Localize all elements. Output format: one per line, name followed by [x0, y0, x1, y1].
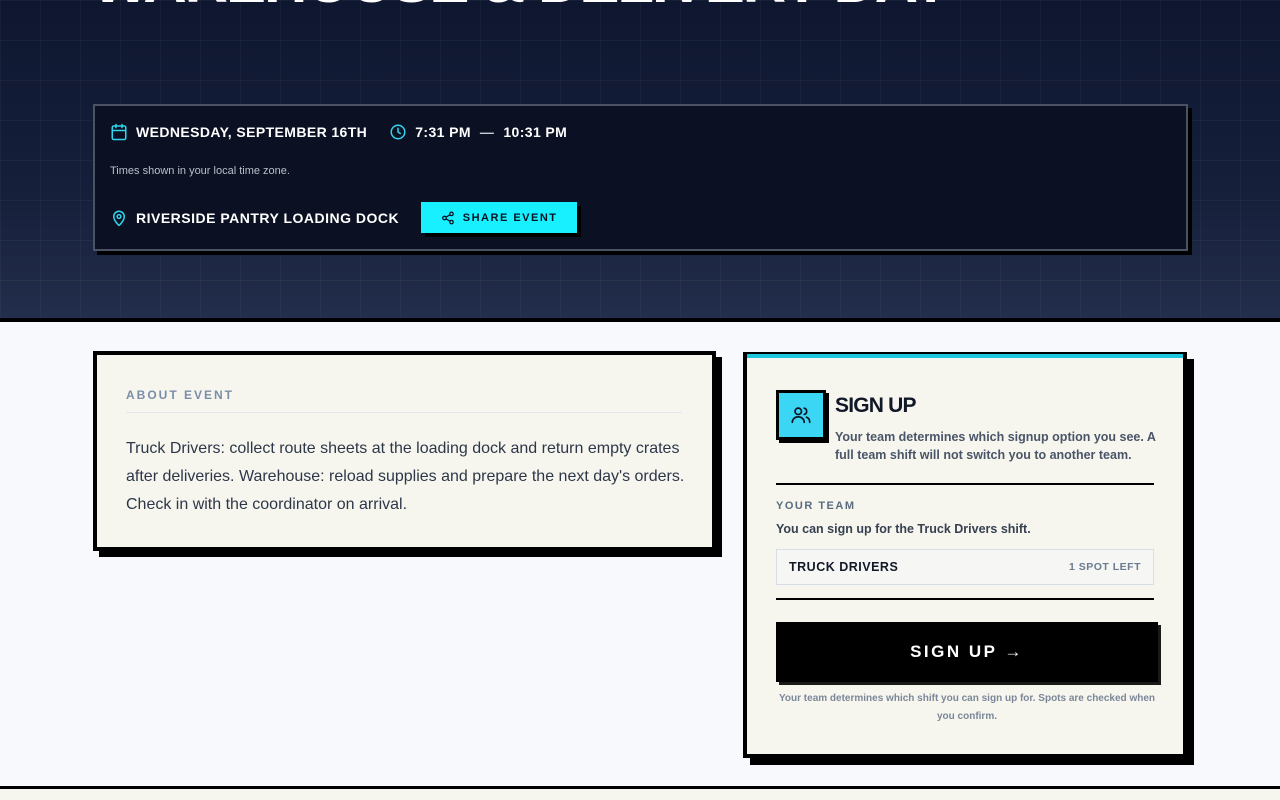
shift-name: TRUCK DRIVERS — [789, 560, 899, 574]
map-pin-icon — [113, 210, 125, 226]
share-event-label: SHARE EVENT — [462, 211, 558, 224]
shift-spots-left: 1 SPOT LEFT — [1068, 561, 1141, 573]
signup-icon-box — [776, 390, 826, 440]
share-event-button[interactable]: SHARE EVENT — [421, 202, 578, 233]
event-title: Warehouse & Delivery Day — [92, 0, 992, 22]
about-event-heading: ABOUT EVENT — [126, 388, 682, 413]
users-icon — [791, 407, 811, 424]
timezone-note: Times shown in your local time zone. — [110, 165, 290, 177]
event-location-text: RIVERSIDE PANTRY LOADING DOCK — [136, 209, 400, 226]
sign-up-button[interactable]: SIGN UP → — [776, 622, 1158, 682]
shift-option-row: TRUCK DRIVERS 1 SPOT LEFT — [776, 549, 1154, 585]
about-event-card: ABOUT EVENT Truck Drivers: collect route… — [93, 351, 716, 551]
event-location-row: RIVERSIDE PANTRY LOADING DOCK SHARE EVEN… — [110, 202, 578, 233]
calendar-icon — [111, 123, 127, 141]
about-event-description: Truck Drivers: collect route sheets at t… — [126, 440, 685, 513]
clock-icon — [390, 124, 406, 140]
time-separator: — — [479, 124, 495, 140]
event-datetime-row: WEDNESDAY, SEPTEMBER 16TH 7:31 PM — 10:3… — [110, 123, 567, 141]
event-info-panel: WEDNESDAY, SEPTEMBER 16TH 7:31 PM — 10:3… — [93, 104, 1188, 251]
signup-card: SIGN UP Your team determines which signu… — [743, 352, 1187, 758]
signup-title: SIGN UP — [835, 394, 917, 417]
footer-edge — [0, 786, 1280, 800]
share-icon — [441, 211, 454, 224]
event-hero: Warehouse & Delivery Day WEDNESDAY, SEPT… — [0, 0, 1280, 322]
event-time: 7:31 PM — 10:31 PM — [389, 123, 567, 141]
your-team-label: YOUR TEAM — [776, 500, 856, 512]
event-date: WEDNESDAY, SEPTEMBER 16TH — [110, 123, 367, 141]
signup-description: Your team determines which signup option… — [835, 430, 1156, 462]
event-date-text: WEDNESDAY, SEPTEMBER 16TH — [136, 124, 368, 140]
signup-footnote: Your team determines which shift you can… — [778, 693, 1155, 722]
event-time-end: 10:31 PM — [503, 124, 568, 140]
signup-divider-bottom — [776, 598, 1154, 600]
event-location: RIVERSIDE PANTRY LOADING DOCK — [110, 209, 399, 227]
signup-divider-top — [776, 483, 1154, 485]
your-team-note: You can sign up for the Truck Drivers sh… — [776, 522, 1031, 536]
event-time-start: 7:31 PM — [415, 124, 471, 140]
signup-accent-bar — [747, 352, 1183, 358]
